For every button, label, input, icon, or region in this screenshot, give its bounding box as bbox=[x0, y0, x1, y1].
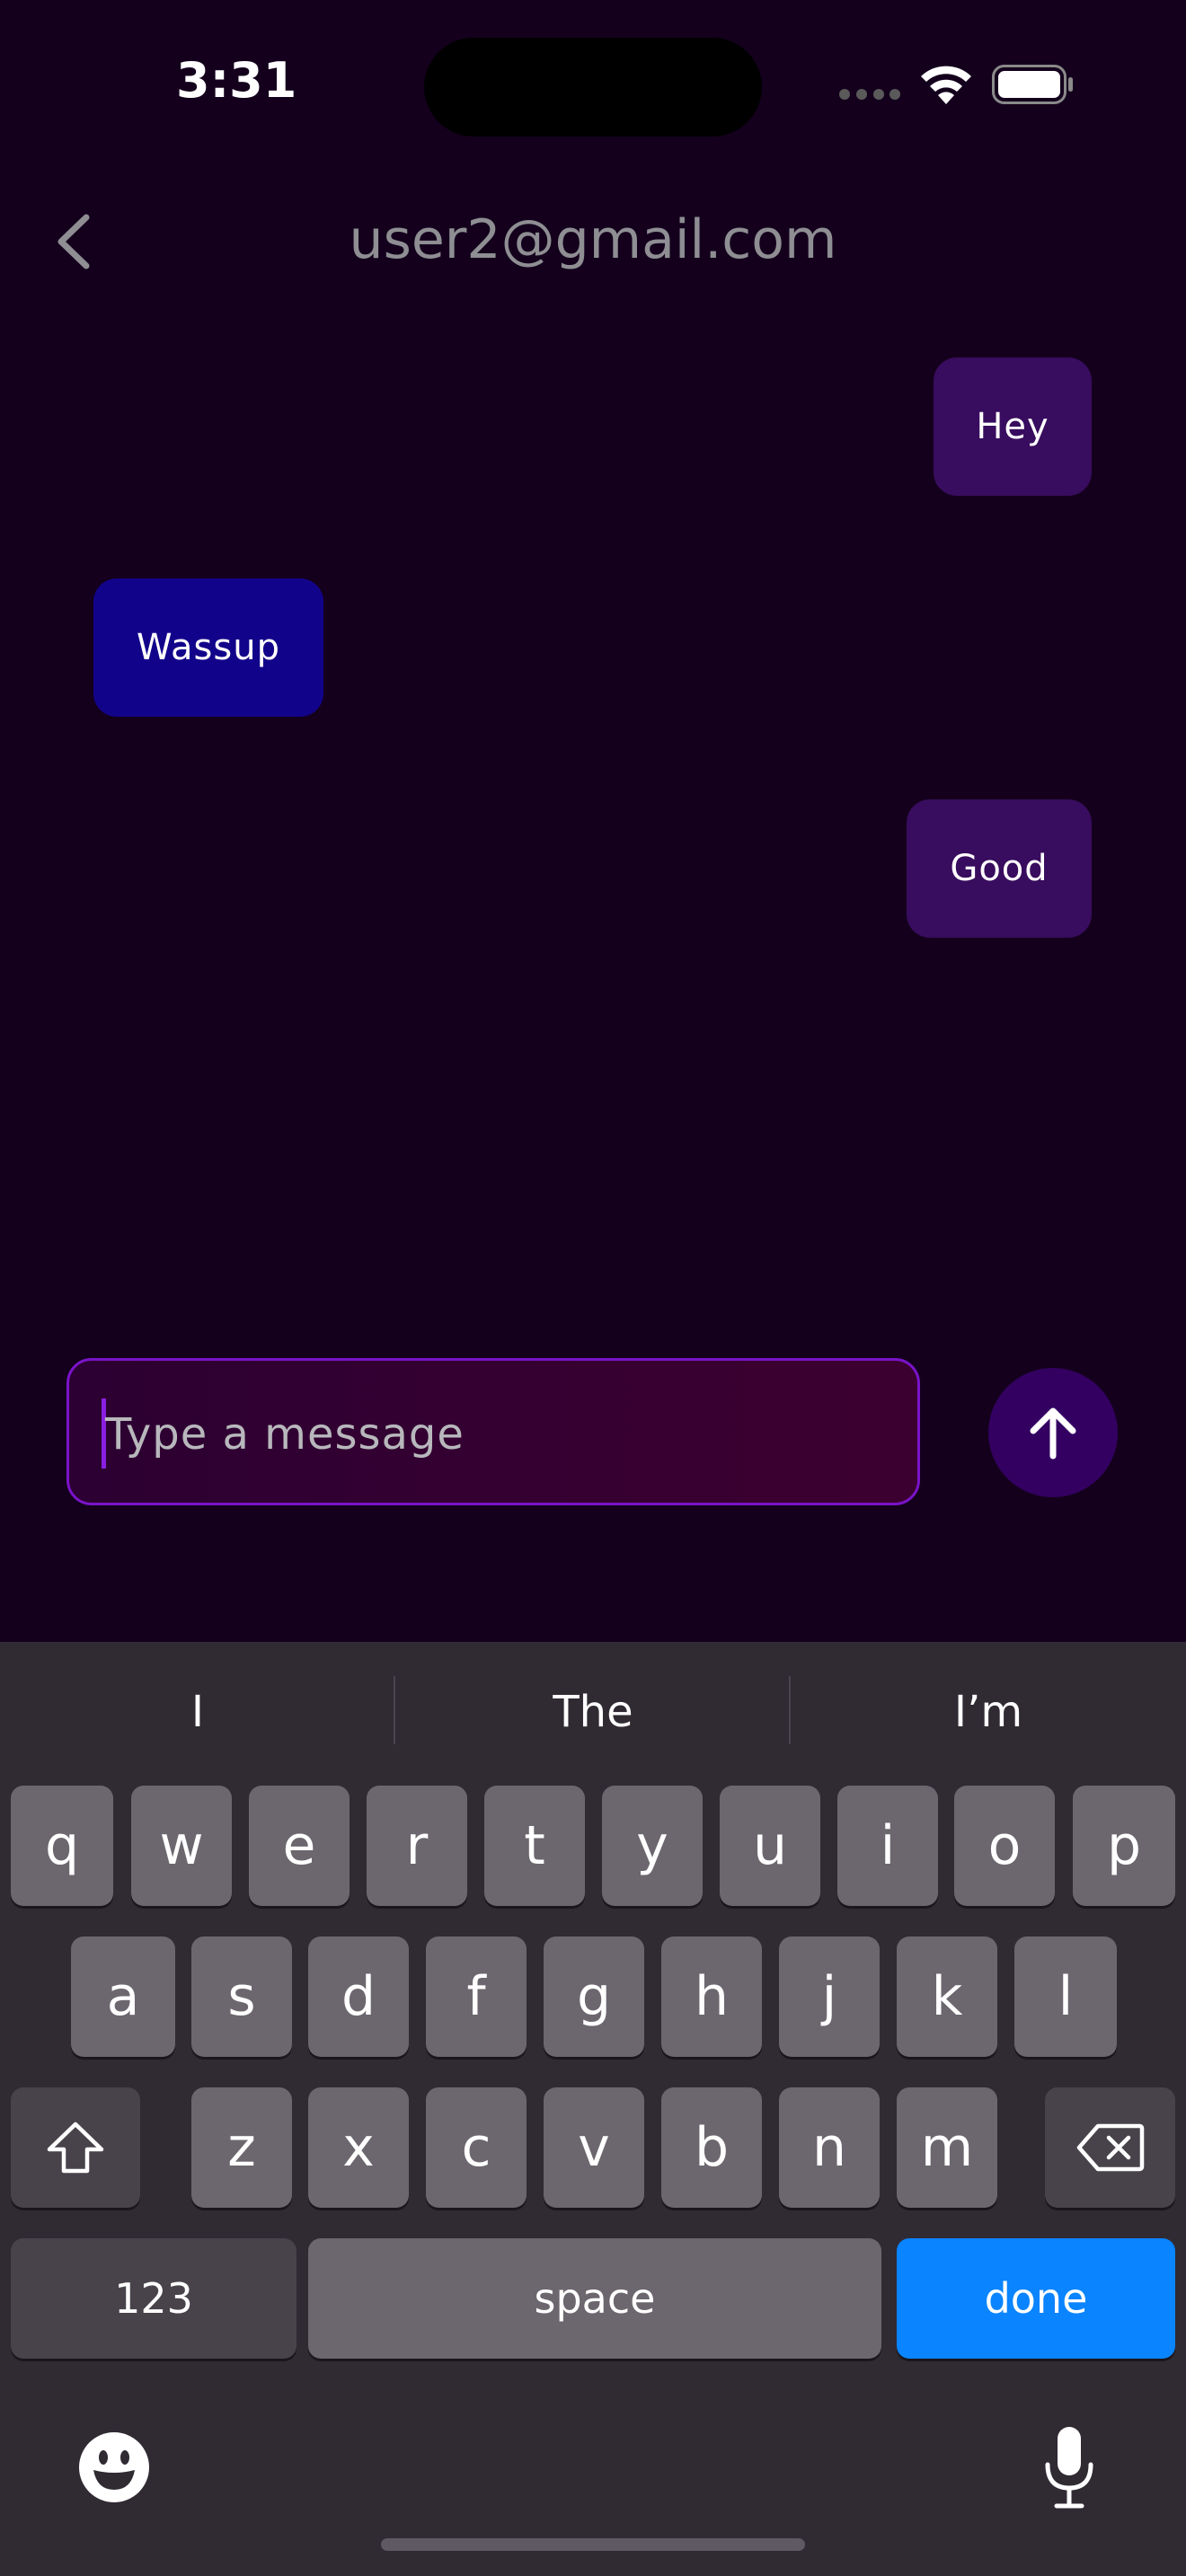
key-n[interactable]: n bbox=[779, 2087, 880, 2208]
key-h[interactable]: h bbox=[661, 1936, 762, 2057]
cellular-signal-icon bbox=[839, 89, 900, 100]
key-b[interactable]: b bbox=[661, 2087, 762, 2208]
key-l[interactable]: l bbox=[1014, 1936, 1117, 2057]
key-c[interactable]: c bbox=[426, 2087, 527, 2208]
home-indicator bbox=[381, 2538, 805, 2551]
key-g[interactable]: g bbox=[544, 1936, 644, 2057]
key-z[interactable]: z bbox=[191, 2087, 292, 2208]
key-q[interactable]: q bbox=[11, 1786, 113, 1906]
key-f[interactable]: f bbox=[426, 1936, 527, 2057]
dynamic-island bbox=[424, 38, 762, 137]
key-u[interactable]: u bbox=[720, 1786, 820, 1906]
key-w[interactable]: w bbox=[131, 1786, 232, 1906]
suggestion-2[interactable]: The bbox=[395, 1678, 791, 1746]
key-d[interactable]: d bbox=[308, 1936, 409, 2057]
message-bubble-received[interactable]: Wassup bbox=[93, 578, 323, 717]
emoji-icon[interactable] bbox=[77, 2430, 151, 2504]
send-button[interactable] bbox=[988, 1368, 1118, 1497]
message-input-placeholder: Type a message bbox=[105, 1409, 465, 1460]
message-bubble-sent[interactable]: Hey bbox=[934, 357, 1092, 496]
message-bubble-sent[interactable]: Good bbox=[907, 799, 1092, 938]
done-key[interactable]: done bbox=[897, 2238, 1175, 2359]
key-k[interactable]: k bbox=[897, 1936, 997, 2057]
numbers-key[interactable]: 123 bbox=[11, 2238, 296, 2359]
done-key-label: done bbox=[984, 2274, 1088, 2323]
key-r[interactable]: r bbox=[367, 1786, 467, 1906]
numbers-key-label: 123 bbox=[114, 2274, 193, 2323]
key-o[interactable]: o bbox=[954, 1786, 1055, 1906]
delete-backspace-icon bbox=[1076, 2123, 1144, 2172]
space-key-label: space bbox=[534, 2274, 656, 2323]
battery-icon bbox=[992, 65, 1073, 104]
suggestion-3[interactable]: I’m bbox=[791, 1678, 1186, 1746]
microphone-icon[interactable] bbox=[1042, 2425, 1096, 2510]
chat-title: user2@gmail.com bbox=[349, 208, 837, 271]
arrow-up-icon bbox=[1030, 1407, 1076, 1460]
key-v[interactable]: v bbox=[544, 2087, 644, 2208]
status-time: 3:31 bbox=[176, 52, 297, 109]
key-x[interactable]: x bbox=[308, 2087, 409, 2208]
key-j[interactable]: j bbox=[779, 1936, 880, 2057]
key-i[interactable]: i bbox=[837, 1786, 938, 1906]
delete-key[interactable] bbox=[1045, 2087, 1175, 2208]
key-y[interactable]: y bbox=[602, 1786, 703, 1906]
space-key[interactable]: space bbox=[308, 2238, 881, 2359]
key-e[interactable]: e bbox=[249, 1786, 350, 1906]
key-s[interactable]: s bbox=[191, 1936, 292, 2057]
shift-key[interactable] bbox=[11, 2087, 140, 2208]
wifi-icon bbox=[921, 66, 971, 104]
key-m[interactable]: m bbox=[897, 2087, 997, 2208]
key-a[interactable]: a bbox=[71, 1936, 175, 2057]
key-t[interactable]: t bbox=[484, 1786, 585, 1906]
shift-arrow-icon bbox=[47, 2122, 104, 2174]
suggestion-1[interactable]: I bbox=[0, 1678, 395, 1746]
key-p[interactable]: p bbox=[1073, 1786, 1175, 1906]
message-input[interactable]: Type a message bbox=[66, 1358, 920, 1505]
